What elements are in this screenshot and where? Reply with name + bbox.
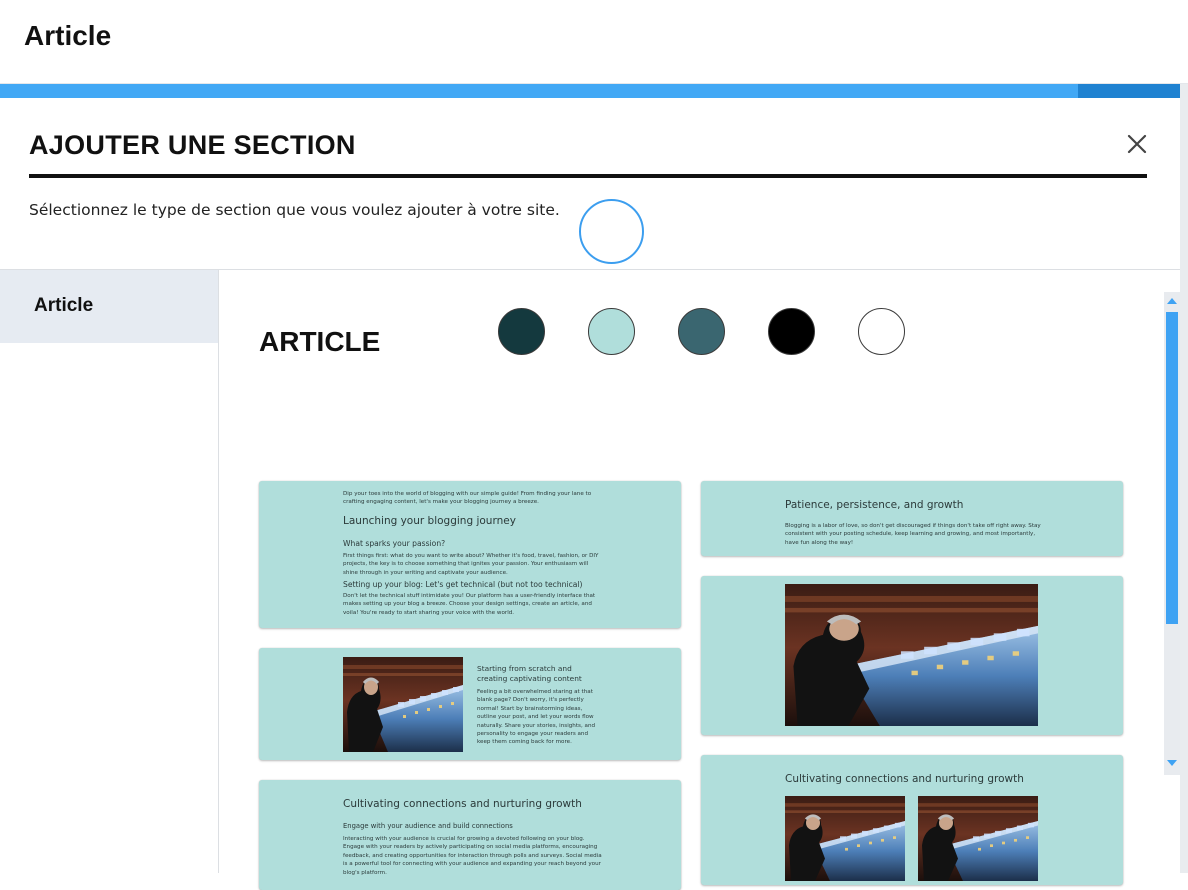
swatch-white[interactable] [858, 308, 905, 355]
scroll-down-arrow[interactable] [1167, 760, 1177, 766]
preview-heading: ARTICLE [259, 326, 381, 357]
close-icon [1127, 134, 1147, 154]
template-card-text[interactable]: Patience, persistence, and growth Bloggi… [701, 481, 1123, 556]
sidebar-item-label: Article [34, 295, 94, 316]
template-card-gallery[interactable]: Cultivating connections and nurturing gr… [701, 755, 1123, 885]
top-bar: Article [0, 0, 1188, 84]
selected-swatch-ring [579, 199, 644, 264]
swatch-light-teal[interactable] [588, 308, 635, 355]
template-card-text[interactable]: Dip your toes into the world of blogging… [259, 481, 681, 628]
modal-subtitle: Sélectionnez le type de section que vous… [29, 201, 560, 219]
template-card-image[interactable] [701, 576, 1123, 735]
mixing-console-photo [785, 796, 905, 881]
close-button[interactable] [1123, 130, 1151, 158]
app-title: Article [24, 20, 112, 51]
title-divider [29, 174, 1147, 178]
template-card-text[interactable]: Cultivating connections and nurturing gr… [259, 780, 681, 890]
mixing-console-photo [785, 584, 1038, 726]
swatch-dark-teal[interactable] [498, 308, 545, 355]
mixing-console-photo [343, 657, 463, 752]
section-type-sidebar: Article [0, 270, 219, 873]
sidebar-item-article[interactable]: Article [0, 270, 218, 343]
swatch-slate-teal[interactable] [678, 308, 725, 355]
modal-title: AJOUTER UNE SECTION [29, 130, 356, 160]
swatch-black[interactable] [768, 308, 815, 355]
accent-bar [0, 84, 1188, 98]
scrollbar-thumb[interactable] [1166, 312, 1178, 624]
mixing-console-photo [918, 796, 1038, 881]
template-card-image-text[interactable]: Starting from scratch and creating capti… [259, 648, 681, 760]
scroll-up-arrow[interactable] [1167, 298, 1177, 304]
